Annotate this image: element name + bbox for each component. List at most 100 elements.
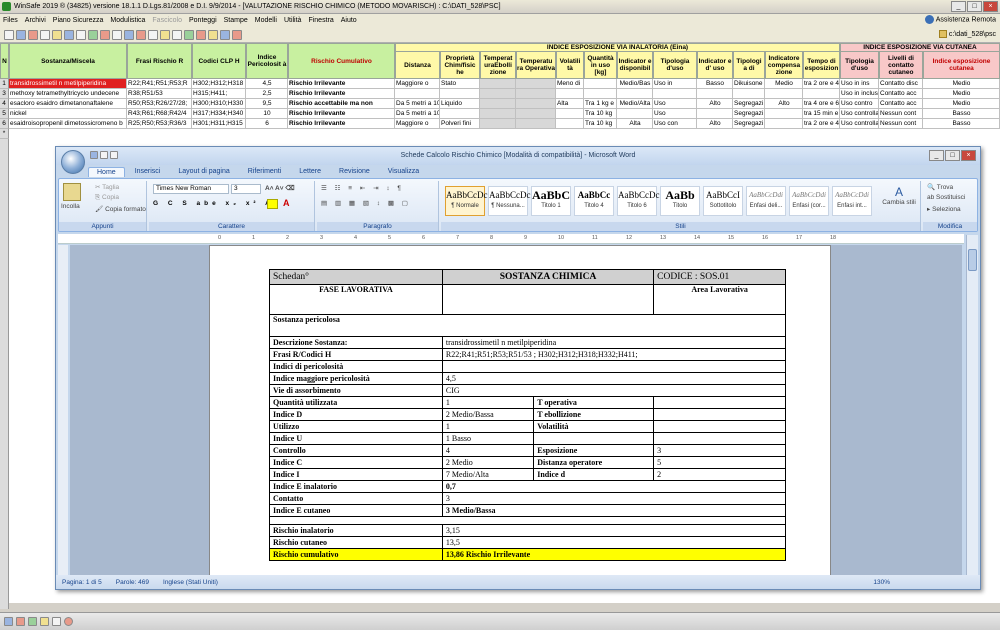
chart-bar-icon[interactable] — [184, 29, 194, 40]
calendar-icon[interactable] — [40, 29, 50, 40]
scheda-cell[interactable]: Esposizione — [533, 444, 655, 457]
font-format-buttons[interactable]: G C S abe x₂ x² Aa — [153, 200, 281, 207]
col-header-ind[interactable]: Indice Pericolosit à — [246, 43, 288, 79]
cell-vol[interactable] — [556, 119, 584, 129]
cell-prop[interactable] — [440, 89, 480, 99]
cell-icut[interactable]: Medio — [923, 79, 1000, 89]
undo-icon[interactable] — [100, 151, 108, 159]
style-item[interactable]: AaBbCc Titolo 4 — [574, 186, 614, 216]
cell-frasi[interactable]: R38;R51/53 — [127, 89, 192, 99]
col-header-dist[interactable]: Distanza — [395, 51, 440, 79]
scheda-cell[interactable]: 2 Medio — [441, 456, 535, 469]
cell-tip3[interactable]: Uso in inclus — [840, 89, 879, 99]
word-maximize-button[interactable]: □ — [945, 150, 960, 161]
cell-ind[interactable]: 4,5 — [246, 79, 288, 89]
style-item[interactable]: AaBbCcDdi Enfasi deli... — [746, 186, 786, 216]
scheda-cell[interactable]: Rischio cutaneo — [269, 536, 443, 549]
scheda-cell[interactable] — [653, 420, 786, 433]
menu-archivi[interactable]: Archivi — [25, 17, 46, 24]
tab-riferimenti[interactable]: Riferimenti — [240, 167, 289, 176]
cell-ind2[interactable]: Medio/Alta — [617, 99, 653, 109]
cell-frasi[interactable]: R50;R53;R26/27/28; — [127, 99, 192, 109]
user-icon[interactable] — [124, 29, 134, 40]
cell-risk[interactable]: Rischio Irrilevante — [288, 119, 395, 129]
cell-ind2[interactable]: Alta — [617, 119, 653, 129]
scheda-cell[interactable]: Descrizione Sostanza: — [269, 336, 443, 349]
cell-qta[interactable] — [584, 79, 617, 89]
cell-tip2[interactable]: Segregazi — [733, 119, 765, 129]
cell-clp[interactable]: H315;H411; — [192, 89, 246, 99]
scheda-cell[interactable]: Frasi R/Codici H — [269, 348, 443, 361]
document-icon[interactable] — [64, 29, 74, 40]
scheda-cell[interactable]: Rischio inalatorio — [269, 524, 443, 537]
cell-liv[interactable]: Contatto disc — [879, 79, 923, 89]
cell-ind[interactable]: 6 — [246, 119, 288, 129]
cell-tip[interactable]: Uso — [653, 99, 697, 109]
tool-icon[interactable] — [28, 29, 38, 40]
scheda-cell[interactable]: Quantità utilizzata — [269, 396, 443, 409]
scheda-cell[interactable]: 13,5 — [441, 536, 787, 549]
scheda-cell[interactable]: 1 — [441, 396, 535, 409]
col-header-vol[interactable]: Volatili tà — [556, 51, 584, 79]
cell-prop[interactable] — [440, 109, 480, 119]
cell-comp[interactable] — [765, 89, 803, 99]
scheda-cell[interactable]: Schedan° — [269, 269, 443, 285]
cell-risk[interactable]: Rischio Irrilevante — [288, 109, 395, 119]
cell-ind2[interactable]: Medio/Bas — [617, 79, 653, 89]
font-size-select[interactable]: 3 — [231, 184, 261, 194]
close-button[interactable]: × — [983, 1, 998, 12]
word-close-button[interactable]: × — [961, 150, 976, 161]
scheda-cell[interactable]: 0,7 — [441, 480, 787, 493]
menu-modulistica[interactable]: Modulistica — [110, 17, 145, 24]
cell-sost[interactable]: esaidroisopropenil dimetossicromeno b — [9, 119, 127, 129]
col-header-risk[interactable]: Rischio Cumulativo — [288, 43, 395, 79]
cell-top[interactable] — [516, 119, 556, 129]
cell-comp[interactable] — [765, 119, 803, 129]
cell-ind2[interactable] — [617, 89, 653, 99]
col-header-sost[interactable]: Sostanza/Miscela — [9, 43, 127, 79]
scheda-cell[interactable]: Indice D — [269, 408, 443, 421]
cell-clp[interactable]: H300;H310;H330 — [192, 99, 246, 109]
scheda-cell[interactable] — [653, 432, 786, 445]
col-header-frasi[interactable]: Frasi Rischio R — [127, 43, 192, 79]
cell-tip3[interactable]: Uso controlla — [840, 119, 879, 129]
cell-top[interactable] — [516, 79, 556, 89]
col-header-tip3[interactable]: Tipologia d'uso — [840, 51, 879, 79]
assistenza-remota-button[interactable]: Assistenza Remota — [924, 15, 996, 24]
scheda-cell[interactable]: Rischio cumulativo — [269, 548, 443, 561]
scheda-cell[interactable]: T ebollizione — [533, 408, 655, 421]
cell-sost[interactable]: methoxy tetramethyltricyclo undecene — [9, 89, 127, 99]
scheda-cell[interactable]: Area Lavorativa — [653, 284, 786, 315]
tab-home[interactable]: Home — [88, 166, 125, 177]
quick-save-icon[interactable] — [90, 151, 98, 159]
cell-ind3[interactable]: Basso — [697, 79, 733, 89]
cut-button[interactable]: ✂ Taglia — [95, 183, 119, 191]
select-button[interactable]: ▸ Seleziona — [927, 205, 961, 213]
col-header-ind2[interactable]: Indicator e disponibil — [617, 51, 653, 79]
cell-ind3[interactable]: Alto — [697, 99, 733, 109]
scheda-cell[interactable]: 3,15 — [441, 524, 787, 537]
chart-icon[interactable] — [88, 29, 98, 40]
cell-ind[interactable]: 9,5 — [246, 99, 288, 109]
scheda-cell[interactable]: Controllo — [269, 444, 443, 457]
replace-button[interactable]: ab Sostituisci — [927, 194, 965, 201]
redo-icon[interactable] — [110, 151, 118, 159]
highlight-icon[interactable] — [267, 199, 278, 209]
scheda-cell[interactable]: Indice E inalatorio — [269, 480, 443, 493]
scheda-cell[interactable] — [653, 396, 786, 409]
cell-risk[interactable]: Rischio Irrilevante — [288, 79, 395, 89]
list-icon[interactable] — [112, 29, 122, 40]
cell-ind3[interactable] — [697, 109, 733, 119]
col-header-qta[interactable]: Quantità in uso [kg] — [584, 51, 617, 79]
cell-tip[interactable] — [653, 89, 697, 99]
style-item[interactable]: AaBbCcDc ¶ Nessuna... — [488, 186, 531, 216]
scheda-cell[interactable] — [441, 284, 655, 315]
menu-fascicolo[interactable]: Fascicolo — [152, 17, 182, 24]
scheda-cell[interactable]: 4,5 — [441, 372, 787, 385]
cell-top[interactable] — [516, 89, 556, 99]
cell-frasi[interactable]: R25;R50;R53;R36/3 — [127, 119, 192, 129]
cell-tempo[interactable]: tra 2 ore e 4 — [803, 79, 840, 89]
cell-vol[interactable] — [556, 109, 584, 119]
scheda-cell[interactable]: 13,86 Rischio Irrilevante — [441, 548, 787, 561]
cell-comp[interactable] — [765, 109, 803, 119]
